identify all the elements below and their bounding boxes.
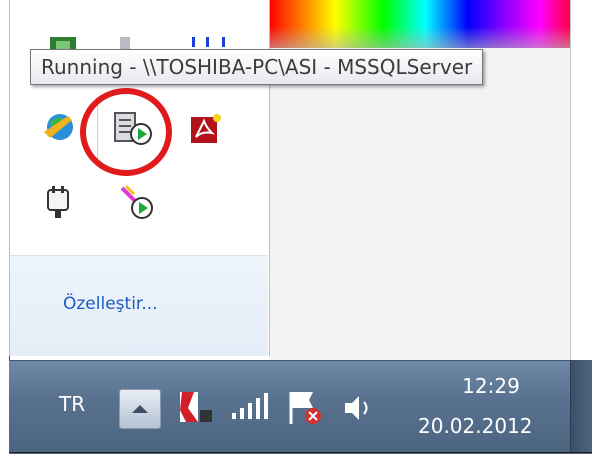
language-indicator[interactable]: TR xyxy=(59,392,85,416)
color-spectrum[interactable] xyxy=(269,0,570,48)
clock-date[interactable]: 20.02.2012 xyxy=(418,414,533,438)
show-desktop-button[interactable] xyxy=(570,360,592,453)
network-globe-icon[interactable] xyxy=(42,110,78,144)
action-center-flag-icon[interactable] xyxy=(285,388,325,428)
kaspersky-icon[interactable] xyxy=(176,386,216,428)
adobe-acrobat-icon[interactable] xyxy=(188,113,222,145)
app-right-strip xyxy=(570,0,592,360)
power-plug-icon[interactable] xyxy=(42,184,76,220)
volume-icon[interactable] xyxy=(341,392,377,424)
chevron-up-icon xyxy=(132,405,148,413)
app-canvas xyxy=(269,48,570,360)
customize-link[interactable]: Özelleştir... xyxy=(63,294,158,314)
sql-server-agent-icon[interactable] xyxy=(118,184,158,224)
clock-time[interactable]: 12:29 xyxy=(446,374,536,398)
tooltip: Running - \\TOSHIBA-PC\ASI - MSSQLServer xyxy=(30,49,484,85)
highlight-circle xyxy=(80,88,172,176)
show-hidden-icons-button[interactable] xyxy=(119,389,161,429)
signal-strength-icon[interactable] xyxy=(230,393,272,421)
